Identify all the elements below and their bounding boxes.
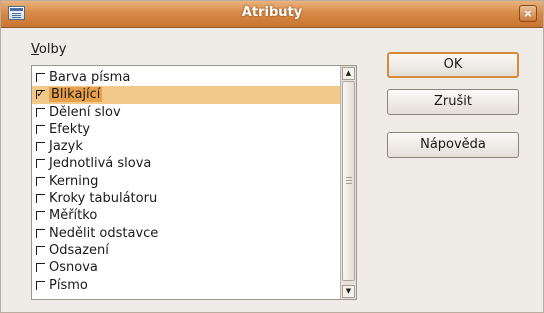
option-label: Odsazení [49,242,109,258]
option-row[interactable]: Barva písma [32,69,342,86]
scroll-down-icon[interactable]: ▼ [342,285,355,298]
option-row[interactable]: Blikající [32,85,342,104]
option-row[interactable]: Dělení slov [32,104,342,121]
option-label: Měřítko [49,208,98,224]
option-label: Efekty [49,121,91,137]
options-label: Volby [31,42,66,57]
option-checkbox[interactable] [36,194,45,204]
option-checkbox[interactable] [36,245,45,255]
attributes-dialog: Atributy × Volby Barva písma BlikajícíDěl… [0,0,544,313]
option-checkbox[interactable] [36,159,45,169]
option-checkbox[interactable] [36,124,45,134]
option-row[interactable]: Kroky tabulátoru [32,190,342,207]
options-list[interactable]: Barva písma BlikajícíDělení slovEfekty Jaz… [31,65,357,300]
scroll-up-icon[interactable]: ▲ [342,67,355,80]
option-checkbox[interactable] [36,142,45,152]
option-checkbox[interactable] [36,73,45,82]
option-label: Barva písma [49,70,131,85]
option-checkbox[interactable] [36,107,45,117]
option-label: Nedělit odstavce [49,225,159,241]
cancel-button[interactable]: Zrušit [387,89,519,115]
option-row[interactable]: Efekty [32,121,342,138]
option-row[interactable]: Osnova [32,259,342,276]
options-label-rest: olby [38,42,67,57]
scroll-thumb[interactable] [342,81,355,281]
window-title: Atributy [241,5,303,20]
option-label: Jazyk [49,139,83,155]
options-label-mnemonic: V [31,42,39,57]
option-label: Jednotlivá slova [49,156,152,172]
option-row[interactable]: Jazyk [32,138,342,155]
option-checkbox[interactable] [36,176,45,186]
scroll-grip [346,177,352,178]
title-bar[interactable]: Atributy × [1,1,543,28]
help-button[interactable]: Nápověda [387,132,519,158]
option-row[interactable]: Jednotlivá slova [32,155,342,172]
option-label: Blikající [49,87,103,103]
ok-button[interactable]: OK [387,52,519,78]
vertical-scrollbar[interactable]: ▲ ▼ [340,66,356,299]
options-list-items: Barva písma BlikajícíDělení slovEfekty Jaz… [32,69,342,294]
option-checkbox[interactable] [36,211,45,221]
option-checkbox[interactable] [36,280,45,290]
option-row[interactable]: Odsazení [32,242,342,259]
option-row[interactable]: Písmo [32,277,342,294]
option-checkbox[interactable] [36,228,45,238]
option-checkbox[interactable] [36,85,45,102]
option-label: Osnova [49,260,98,276]
option-checkbox[interactable] [36,263,45,273]
option-label: Dělení slov [49,104,121,120]
option-row[interactable]: Kerning [32,173,342,190]
option-label: Písmo [49,277,88,293]
option-label: Kerning [49,173,99,189]
close-icon[interactable]: × [519,5,537,22]
option-row[interactable]: Nedělit odstavce [32,225,342,242]
option-label: Kroky tabulátoru [49,191,158,207]
option-row[interactable]: Měřítko [32,207,342,224]
